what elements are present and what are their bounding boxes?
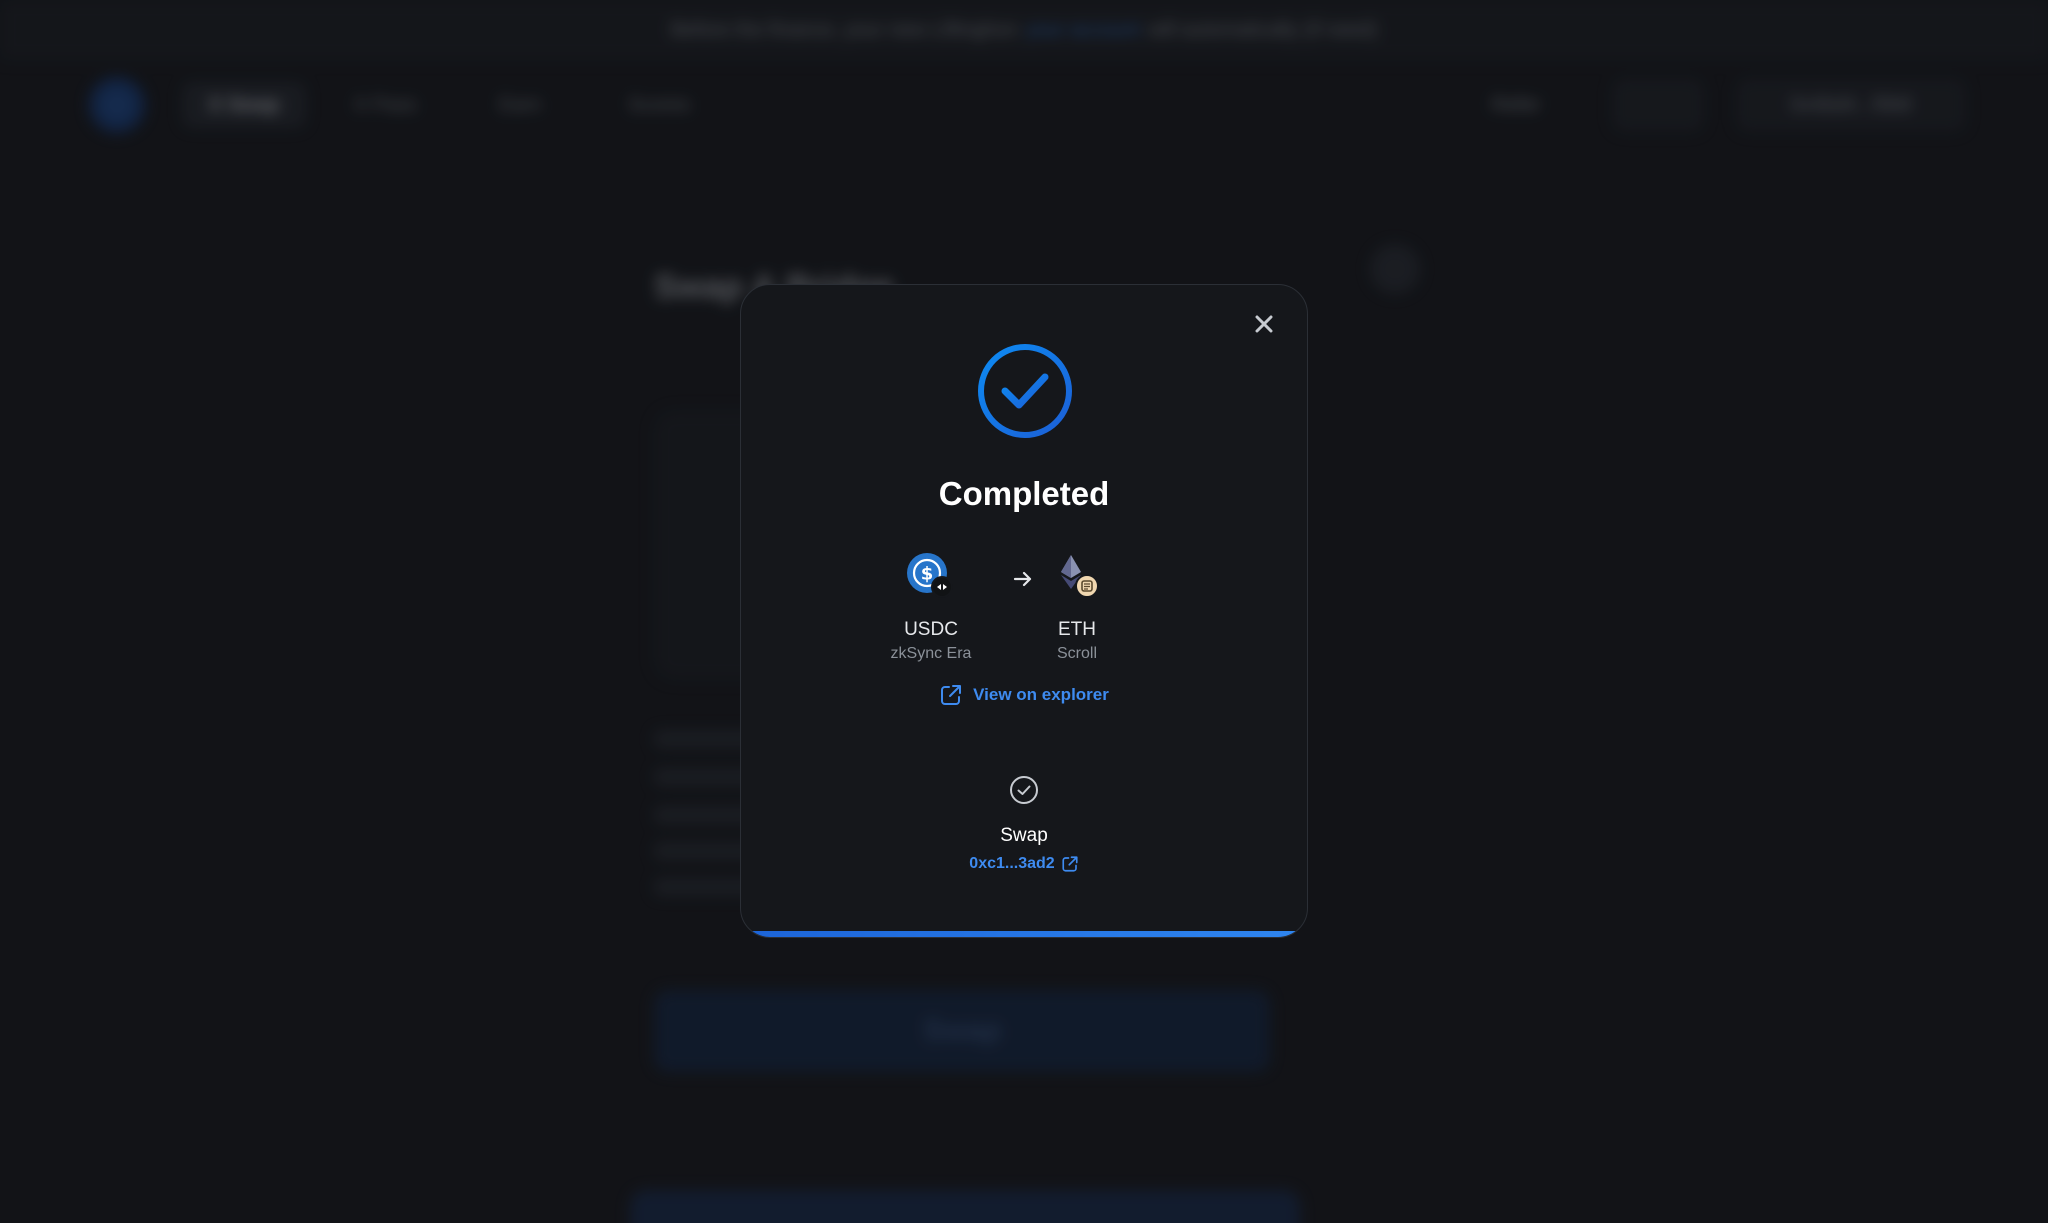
transaction-completed-modal: Completed $ USDC zkSync Era ETH Scroll V… [740,284,1308,938]
step-label: Swap [1000,825,1048,846]
eth-icon [1061,555,1099,598]
transaction-hash-link[interactable]: 0xc1...3ad2 [741,855,1307,873]
close-icon[interactable] [1253,313,1275,335]
svg-text:$: $ [921,564,934,585]
external-link-icon [941,685,962,705]
usdc-icon: $ [907,553,953,598]
external-link-icon [1062,856,1078,872]
to-token: ETH Scroll [997,553,1157,663]
step-check-icon [1010,776,1038,804]
transaction-hash: 0xc1...3ad2 [969,855,1055,872]
from-token: $ USDC zkSync Era [851,553,1011,663]
success-check-icon [978,344,1072,438]
view-on-explorer-link[interactable]: View on explorer [741,683,1307,707]
completion-progress-bar [741,931,1307,937]
to-token-symbol: ETH [1058,619,1096,640]
modal-title: Completed [938,475,1110,512]
to-token-network: Scroll [1056,645,1097,662]
view-on-explorer-label: View on explorer [973,685,1109,704]
from-token-symbol: USDC [904,619,958,640]
from-token-network: zkSync Era [890,645,972,662]
